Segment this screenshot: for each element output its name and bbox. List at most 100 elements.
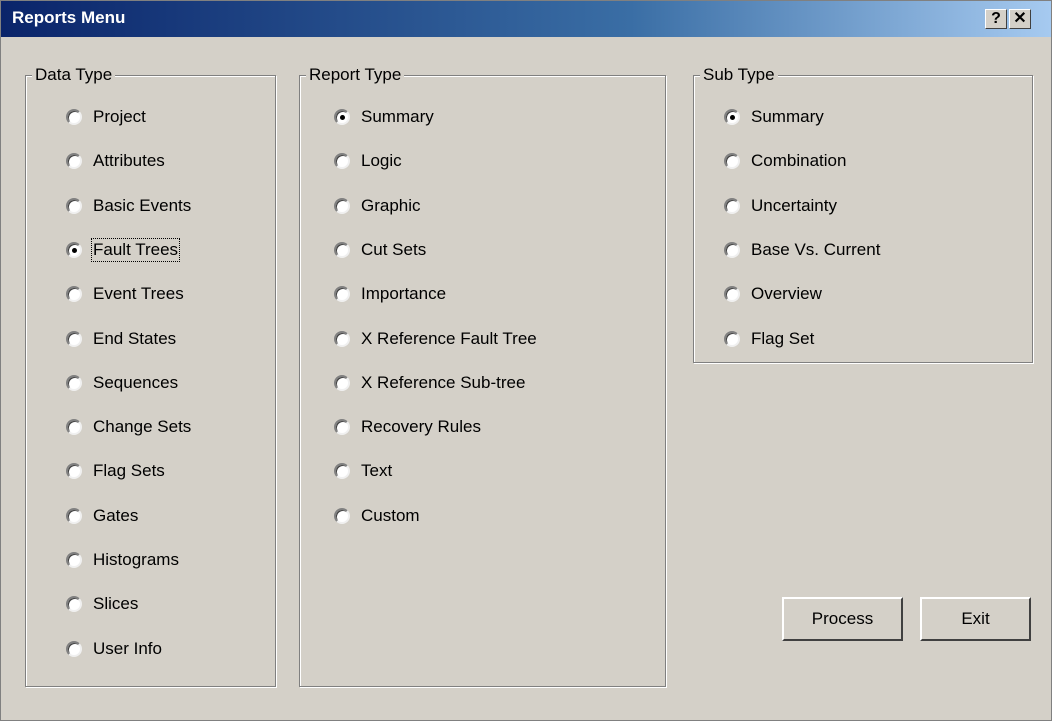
- radio-label: Logic: [361, 151, 402, 171]
- radio-button[interactable]: [724, 241, 740, 258]
- radio-dot: [340, 115, 345, 120]
- radio-label: Combination: [751, 151, 847, 171]
- report-type-option-x-reference-fault-tree[interactable]: X Reference Fault Tree: [334, 327, 537, 351]
- sub-type-option-base-vs-current[interactable]: Base Vs. Current: [724, 238, 880, 262]
- report-type-option-recovery-rules[interactable]: Recovery Rules: [334, 415, 481, 439]
- data-type-option-change-sets[interactable]: Change Sets: [66, 415, 191, 439]
- radio-label: Gates: [93, 505, 139, 525]
- radio-label: Summary: [751, 107, 824, 126]
- radio-button[interactable]: [66, 463, 82, 480]
- sub-type-option-uncertainty[interactable]: Uncertainty: [724, 194, 837, 218]
- window-title: Reports Menu: [12, 8, 126, 27]
- data-type-option-end-states[interactable]: End States: [66, 327, 176, 351]
- radio-button[interactable]: [66, 552, 82, 568]
- radio-label: Text: [361, 461, 393, 481]
- sub-type-option-flag-set[interactable]: Flag Set: [724, 327, 814, 351]
- radio-button[interactable]: [334, 463, 350, 480]
- radio-button[interactable]: [724, 330, 740, 347]
- radio-label: Custom: [361, 505, 420, 525]
- radio-label: Event Trees: [93, 284, 184, 304]
- process-button[interactable]: Process: [782, 597, 903, 641]
- radio-label: Basic Events: [93, 195, 192, 215]
- data-type-option-slices[interactable]: Slices: [66, 592, 138, 616]
- data-type-option-basic-events[interactable]: Basic Events: [66, 194, 191, 218]
- radio-button[interactable]: [334, 153, 350, 170]
- radio-button[interactable]: [334, 374, 350, 391]
- title-bar[interactable]: Reports Menu ? ✕: [1, 1, 1051, 37]
- report-type-option-importance[interactable]: Importance: [334, 282, 446, 306]
- data-type-option-event-trees[interactable]: Event Trees: [66, 282, 184, 306]
- close-button[interactable]: ✕: [1009, 9, 1031, 29]
- reports-menu-window: Reports Menu ? ✕ Data Type Project Attrib…: [0, 0, 1052, 721]
- radio-button[interactable]: [724, 153, 740, 170]
- radio-label: Fault Trees: [90, 237, 181, 262]
- radio-button[interactable]: [724, 197, 740, 214]
- radio-label: Importance: [361, 284, 447, 304]
- data-type-option-user-info[interactable]: User Info: [66, 637, 162, 661]
- radio-button[interactable]: [334, 286, 350, 303]
- radio-label: Project: [93, 107, 146, 126]
- radio-button[interactable]: [66, 596, 82, 613]
- radio-button[interactable]: [66, 330, 82, 347]
- data-type-option-project[interactable]: Project: [66, 105, 146, 129]
- radio-label: Histograms: [93, 550, 179, 569]
- sub-type-group-label: Sub Type: [700, 65, 778, 85]
- report-type-option-text[interactable]: Text: [334, 459, 392, 483]
- radio-label: Base Vs. Current: [751, 239, 881, 259]
- radio-button[interactable]: [334, 507, 350, 524]
- report-type-option-graphic[interactable]: Graphic: [334, 194, 421, 218]
- radio-label: X Reference Sub-tree: [361, 372, 526, 392]
- radio-button[interactable]: [66, 507, 82, 524]
- radio-button[interactable]: [334, 419, 350, 436]
- data-type-option-fault-trees[interactable]: Fault Trees: [66, 237, 181, 262]
- radio-button[interactable]: [66, 109, 82, 125]
- radio-button[interactable]: [66, 286, 82, 303]
- report-type-option-logic[interactable]: Logic: [334, 149, 402, 173]
- data-type-option-histograms[interactable]: Histograms: [66, 548, 179, 572]
- report-type-option-x-reference-sub-tree[interactable]: X Reference Sub-tree: [334, 371, 525, 395]
- radio-button[interactable]: [334, 330, 350, 347]
- sub-type-option-summary[interactable]: Summary: [724, 105, 824, 129]
- sub-type-option-overview[interactable]: Overview: [724, 282, 822, 306]
- radio-button[interactable]: [66, 374, 82, 391]
- data-type-option-flag-sets[interactable]: Flag Sets: [66, 459, 165, 483]
- radio-button[interactable]: [724, 286, 740, 303]
- radio-button[interactable]: [66, 640, 82, 657]
- radio-button[interactable]: [334, 109, 350, 125]
- data-type-option-sequences[interactable]: Sequences: [66, 371, 178, 395]
- radio-label: Overview: [751, 284, 822, 304]
- radio-label: Attributes: [93, 151, 165, 171]
- report-type-group-label: Report Type: [306, 65, 405, 85]
- report-type-option-summary[interactable]: Summary: [334, 105, 434, 129]
- radio-button[interactable]: [334, 197, 350, 214]
- radio-label: Change Sets: [93, 417, 192, 437]
- data-type-group-label: Data Type: [32, 65, 116, 85]
- radio-button[interactable]: [66, 197, 82, 214]
- radio-button[interactable]: [66, 153, 82, 170]
- radio-label: End States: [93, 328, 177, 348]
- radio-label: Graphic: [361, 195, 421, 215]
- radio-button[interactable]: [334, 241, 350, 258]
- radio-label: Sequences: [93, 372, 179, 392]
- sub-type-option-combination[interactable]: Combination: [724, 149, 846, 173]
- radio-button[interactable]: [66, 241, 82, 258]
- radio-label: Summary: [361, 107, 434, 126]
- report-type-option-cut-sets[interactable]: Cut Sets: [334, 238, 426, 262]
- radio-label: Uncertainty: [751, 195, 837, 215]
- help-button[interactable]: ?: [985, 9, 1007, 29]
- radio-label: Slices: [93, 594, 139, 614]
- radio-label: Recovery Rules: [361, 417, 481, 437]
- data-type-option-gates[interactable]: Gates: [66, 504, 138, 528]
- radio-label: X Reference Fault Tree: [361, 328, 537, 348]
- radio-label: Flag Sets: [93, 461, 165, 481]
- report-type-group: Report Type Summary Logic Graphic Cut Sets I…: [299, 65, 666, 687]
- exit-button[interactable]: Exit: [920, 597, 1031, 641]
- radio-dot: [730, 115, 735, 120]
- report-type-option-custom[interactable]: Custom: [334, 504, 420, 528]
- radio-button[interactable]: [724, 109, 740, 125]
- radio-label: User Info: [93, 638, 162, 658]
- data-type-group: Data Type Project Attributes Basic Events F…: [25, 65, 276, 687]
- data-type-option-attributes[interactable]: Attributes: [66, 149, 165, 173]
- radio-label: Cut Sets: [361, 239, 427, 259]
- radio-button[interactable]: [66, 419, 82, 436]
